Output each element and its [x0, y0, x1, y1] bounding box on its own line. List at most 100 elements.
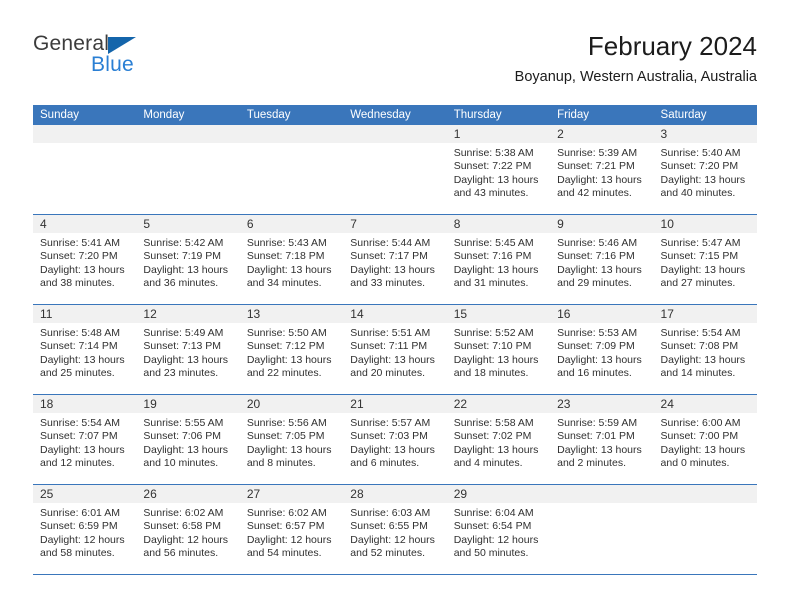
- calendar-day-cell[interactable]: 25 Sunrise: 6:01 AM Sunset: 6:59 PM Dayligh…: [33, 485, 137, 574]
- day-number: 5: [143, 217, 151, 231]
- calendar-day-cell[interactable]: 21 Sunrise: 5:57 AM Sunset: 7:03 PM Dayligh…: [343, 395, 447, 484]
- sunset-text: Sunset: 7:07 PM: [40, 430, 118, 443]
- sunrise-text: Sunrise: 5:54 AM: [660, 327, 741, 339]
- calendar-page: General Blue February 2024 Boyanup, West…: [0, 0, 792, 612]
- daylight-text: Daylight: 13 hours and 40 minutes.: [660, 173, 746, 200]
- calendar-day-cell[interactable]: 3 Sunrise: 5:40 AM Sunset: 7:20 PM Daylight…: [653, 125, 757, 214]
- sunset-text: Sunset: 7:09 PM: [557, 340, 635, 353]
- sunset-text: Sunset: 7:02 PM: [453, 430, 532, 443]
- day-number: 11: [40, 307, 53, 321]
- calendar-day-cell[interactable]: 24 Sunrise: 6:00 AM Sunset: 7:00 PM Dayligh…: [653, 395, 757, 484]
- calendar-day-cell[interactable]: 18 Sunrise: 5:54 AM Sunset: 7:07 PM Dayligh…: [33, 395, 137, 484]
- day-sun-info: Sunrise: 6:04 AM Sunset: 6:54 PM Daylight:…: [447, 503, 550, 561]
- weekday-thursday: Thursday: [453, 109, 502, 121]
- calendar-bottom-rule: [33, 574, 757, 575]
- calendar-day-cell[interactable]: 8 Sunrise: 5:45 AM Sunset: 7:16 PM Daylight…: [446, 215, 551, 304]
- calendar-day-cell[interactable]: 4 Sunrise: 5:41 AM Sunset: 7:20 PM Daylight…: [33, 215, 137, 304]
- day-number-band: 25: [33, 485, 137, 503]
- day-sun-info: Sunrise: 5:51 AM Sunset: 7:11 PM Daylight:…: [343, 323, 446, 381]
- daylight-text: Daylight: 13 hours and 8 minutes.: [246, 443, 332, 470]
- calendar-day-cell[interactable]: 10 Sunrise: 5:47 AM Sunset: 7:15 PM Dayligh…: [653, 215, 757, 304]
- day-number-band: [550, 485, 654, 503]
- day-sun-info: Sunrise: 6:02 AM Sunset: 6:58 PM Daylight:…: [136, 503, 239, 561]
- sunset-text: Sunset: 7:22 PM: [453, 160, 532, 173]
- daylight-text: Daylight: 13 hours and 38 minutes.: [40, 263, 125, 290]
- day-sun-info: Sunrise: 5:47 AM Sunset: 7:15 PM Daylight:…: [654, 233, 757, 291]
- calendar-day-cell-empty: [239, 125, 344, 214]
- day-number: 20: [246, 397, 261, 411]
- day-number-band: 26: [136, 485, 240, 503]
- sunrise-text: Sunrise: 5:49 AM: [143, 327, 224, 339]
- calendar-day-cell[interactable]: 16 Sunrise: 5:53 AM Sunset: 7:09 PM Dayligh…: [550, 305, 654, 394]
- day-number-band: 17: [653, 305, 757, 323]
- day-sun-info: Sunrise: 6:01 AM Sunset: 6:59 PM Daylight:…: [33, 503, 136, 561]
- day-number: 17: [660, 307, 674, 321]
- sunrise-text: Sunrise: 5:39 AM: [557, 147, 638, 159]
- day-sun-info: Sunrise: 5:58 AM Sunset: 7:02 PM Daylight:…: [447, 413, 550, 471]
- daylight-text: Daylight: 13 hours and 22 minutes.: [246, 353, 332, 380]
- day-number-band: 19: [136, 395, 240, 413]
- sunrise-text: Sunrise: 5:52 AM: [453, 327, 534, 339]
- sunrise-text: Sunrise: 5:56 AM: [246, 417, 327, 429]
- calendar-weeks: 1 Sunrise: 5:38 AM Sunset: 7:22 PM Daylight…: [33, 125, 757, 574]
- daylight-text: Daylight: 13 hours and 2 minutes.: [557, 443, 642, 470]
- weekday-wednesday: Wednesday: [350, 109, 411, 121]
- calendar-day-cell[interactable]: 7 Sunrise: 5:44 AM Sunset: 7:17 PM Daylight…: [343, 215, 447, 304]
- calendar-day-cell[interactable]: 1 Sunrise: 5:38 AM Sunset: 7:22 PM Daylight…: [446, 125, 551, 214]
- calendar-day-cell[interactable]: 17 Sunrise: 5:54 AM Sunset: 7:08 PM Dayligh…: [653, 305, 757, 394]
- daylight-text: Daylight: 12 hours and 54 minutes.: [246, 533, 332, 560]
- day-number-band: 16: [550, 305, 654, 323]
- calendar-day-cell[interactable]: 26 Sunrise: 6:02 AM Sunset: 6:58 PM Dayligh…: [136, 485, 240, 574]
- calendar-day-cell[interactable]: 6 Sunrise: 5:43 AM Sunset: 7:18 PM Daylight…: [239, 215, 344, 304]
- sunset-text: Sunset: 7:08 PM: [660, 340, 739, 353]
- weekday-monday: Monday: [143, 109, 185, 121]
- day-number-band: [239, 125, 344, 143]
- calendar-day-cell[interactable]: 9 Sunrise: 5:46 AM Sunset: 7:16 PM Daylight…: [550, 215, 654, 304]
- calendar-week-row: 25 Sunrise: 6:01 AM Sunset: 6:59 PM Dayligh…: [33, 484, 757, 574]
- day-number-band: 21: [343, 395, 447, 413]
- daylight-text: Daylight: 13 hours and 23 minutes.: [143, 353, 229, 380]
- calendar-day-cell[interactable]: 11 Sunrise: 5:48 AM Sunset: 7:14 PM Dayligh…: [33, 305, 137, 394]
- calendar-day-cell[interactable]: 2 Sunrise: 5:39 AM Sunset: 7:21 PM Daylight…: [550, 125, 654, 214]
- day-sun-info: Sunrise: 5:50 AM Sunset: 7:12 PM Daylight:…: [240, 323, 343, 381]
- calendar-day-cell[interactable]: 22 Sunrise: 5:58 AM Sunset: 7:02 PM Dayligh…: [446, 395, 551, 484]
- day-sun-info: Sunrise: 5:56 AM Sunset: 7:05 PM Daylight:…: [240, 413, 343, 471]
- sunset-text: Sunset: 7:06 PM: [143, 430, 222, 443]
- daylight-text: Daylight: 13 hours and 20 minutes.: [350, 353, 435, 380]
- calendar-day-cell[interactable]: 27 Sunrise: 6:02 AM Sunset: 6:57 PM Dayligh…: [239, 485, 344, 574]
- day-number-band: [136, 125, 240, 143]
- calendar-week-row: 18 Sunrise: 5:54 AM Sunset: 7:07 PM Dayligh…: [33, 394, 757, 484]
- calendar-day-cell[interactable]: 14 Sunrise: 5:51 AM Sunset: 7:11 PM Dayligh…: [343, 305, 447, 394]
- day-sun-info: Sunrise: 5:42 AM Sunset: 7:19 PM Daylight:…: [136, 233, 239, 291]
- sunrise-text: Sunrise: 5:40 AM: [660, 147, 741, 159]
- weekday-sunday: Sunday: [40, 109, 80, 121]
- day-number-band: 5: [136, 215, 240, 233]
- day-sun-info: Sunrise: 6:00 AM Sunset: 7:00 PM Daylight:…: [654, 413, 757, 471]
- day-number-band: [33, 125, 137, 143]
- calendar-week-row: 11 Sunrise: 5:48 AM Sunset: 7:14 PM Dayligh…: [33, 304, 757, 394]
- day-number-band: 3: [653, 125, 757, 143]
- sunset-text: Sunset: 7:20 PM: [660, 160, 739, 173]
- day-number: 27: [246, 487, 261, 501]
- daylight-text: Daylight: 13 hours and 12 minutes.: [40, 443, 125, 470]
- calendar-day-cell[interactable]: 13 Sunrise: 5:50 AM Sunset: 7:12 PM Dayligh…: [239, 305, 344, 394]
- day-number-band: 9: [550, 215, 654, 233]
- calendar-day-cell[interactable]: 23 Sunrise: 5:59 AM Sunset: 7:01 PM Dayligh…: [550, 395, 654, 484]
- sunrise-text: Sunrise: 5:54 AM: [40, 417, 120, 429]
- day-number-band: 22: [446, 395, 551, 413]
- day-sun-info: Sunrise: 5:46 AM Sunset: 7:16 PM Daylight:…: [550, 233, 653, 291]
- page-title: February 2024: [587, 31, 757, 61]
- daylight-text: Daylight: 13 hours and 25 minutes.: [40, 353, 125, 380]
- calendar-day-cell[interactable]: 19 Sunrise: 5:55 AM Sunset: 7:06 PM Dayligh…: [136, 395, 240, 484]
- calendar-day-cell[interactable]: 5 Sunrise: 5:42 AM Sunset: 7:19 PM Daylight…: [136, 215, 240, 304]
- day-number: 9: [557, 217, 564, 231]
- calendar-day-cell[interactable]: 28 Sunrise: 6:03 AM Sunset: 6:55 PM Dayligh…: [343, 485, 447, 574]
- calendar-day-cell[interactable]: 15 Sunrise: 5:52 AM Sunset: 7:10 PM Dayligh…: [446, 305, 551, 394]
- calendar-day-cell[interactable]: 20 Sunrise: 5:56 AM Sunset: 7:05 PM Dayligh…: [239, 395, 344, 484]
- sunset-text: Sunset: 7:19 PM: [143, 250, 222, 263]
- calendar-day-cell[interactable]: 12 Sunrise: 5:49 AM Sunset: 7:13 PM Dayligh…: [136, 305, 240, 394]
- general-blue-logo[interactable]: General Blue: [33, 32, 293, 92]
- calendar-day-cell[interactable]: 29 Sunrise: 6:04 AM Sunset: 6:54 PM Dayligh…: [446, 485, 551, 574]
- day-number: 22: [453, 397, 468, 411]
- sunset-text: Sunset: 7:11 PM: [350, 340, 428, 353]
